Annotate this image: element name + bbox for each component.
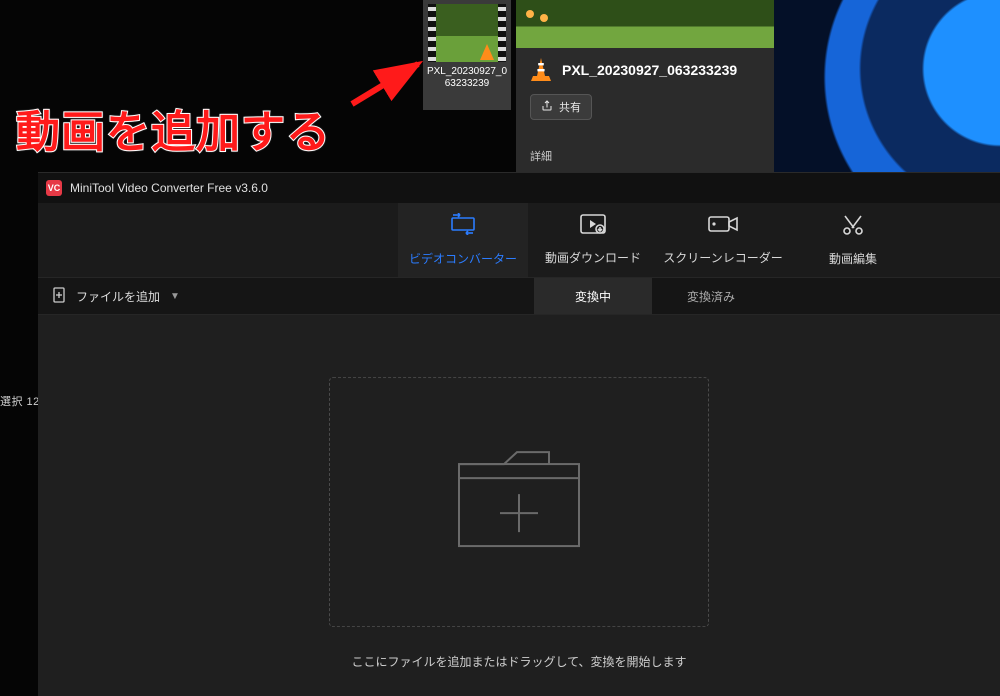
share-button[interactable]: 共有 xyxy=(530,94,592,120)
tab-video-edit[interactable]: 動画編集 xyxy=(788,203,918,277)
workspace[interactable]: ここにファイルを追加またはドラッグして、変換を開始します xyxy=(38,315,1000,696)
add-file-icon xyxy=(52,287,68,306)
download-icon xyxy=(580,214,606,239)
desktop-wallpaper xyxy=(770,0,1000,172)
tab-label: 動画編集 xyxy=(829,250,877,267)
details-label: 詳細 xyxy=(530,148,552,164)
video-info-panel: PXL_20230927_063233239 共有 詳細 xyxy=(516,0,774,172)
dropzone-text: ここにファイルを追加またはドラッグして、変換を開始します xyxy=(351,653,686,670)
app-title: MiniTool Video Converter Free v3.6.0 xyxy=(70,181,268,195)
tab-video-converter[interactable]: ビデオコンバーター xyxy=(398,203,528,277)
desktop-video-file[interactable]: PXL_20230927_063233239 xyxy=(423,0,511,110)
recorder-icon xyxy=(708,214,738,239)
edit-icon xyxy=(842,213,864,240)
app-logo-icon: VC xyxy=(46,180,62,196)
video-title: PXL_20230927_063233239 xyxy=(562,62,737,78)
app-window: VC MiniTool Video Converter Free v3.6.0 … xyxy=(38,172,1000,696)
tab-label: スクリーンレコーダー xyxy=(663,249,782,266)
tab-screen-recorder[interactable]: スクリーンレコーダー xyxy=(658,203,788,277)
folder-plus-icon xyxy=(449,444,589,559)
vlc-cone-icon xyxy=(530,58,552,82)
dropzone-box[interactable] xyxy=(329,377,709,627)
subtab-converted[interactable]: 変換済み xyxy=(652,278,770,314)
share-label: 共有 xyxy=(559,99,581,115)
main-tabs: ビデオコンバーター 動画ダウンロード xyxy=(38,203,1000,277)
annotation-arrow-icon xyxy=(348,58,426,108)
annotation-text: 動画を追加する xyxy=(16,96,331,160)
toolbar: ファイルを追加 ▼ 変換中 変換済み xyxy=(38,277,1000,315)
tab-label: 動画ダウンロード xyxy=(545,249,641,266)
dropzone[interactable]: ここにファイルを追加またはドラッグして、変換を開始します xyxy=(319,377,719,670)
sub-tabs: 変換中 変換済み xyxy=(534,278,770,314)
chevron-down-icon: ▼ xyxy=(170,291,180,302)
titlebar[interactable]: VC MiniTool Video Converter Free v3.6.0 xyxy=(38,173,1000,203)
converter-icon xyxy=(449,213,477,240)
add-file-label: ファイルを追加 xyxy=(76,288,160,305)
video-preview-thumbnail xyxy=(516,0,774,48)
tab-video-download[interactable]: 動画ダウンロード xyxy=(528,203,658,277)
desktop-file-name: PXL_20230927_063233239 xyxy=(423,66,511,90)
video-thumbnail-icon xyxy=(428,4,506,62)
share-icon xyxy=(541,100,553,115)
subtab-converting[interactable]: 変換中 xyxy=(534,278,652,314)
tab-label: ビデオコンバーター xyxy=(409,250,517,267)
add-file-button[interactable]: ファイルを追加 ▼ xyxy=(38,278,194,314)
